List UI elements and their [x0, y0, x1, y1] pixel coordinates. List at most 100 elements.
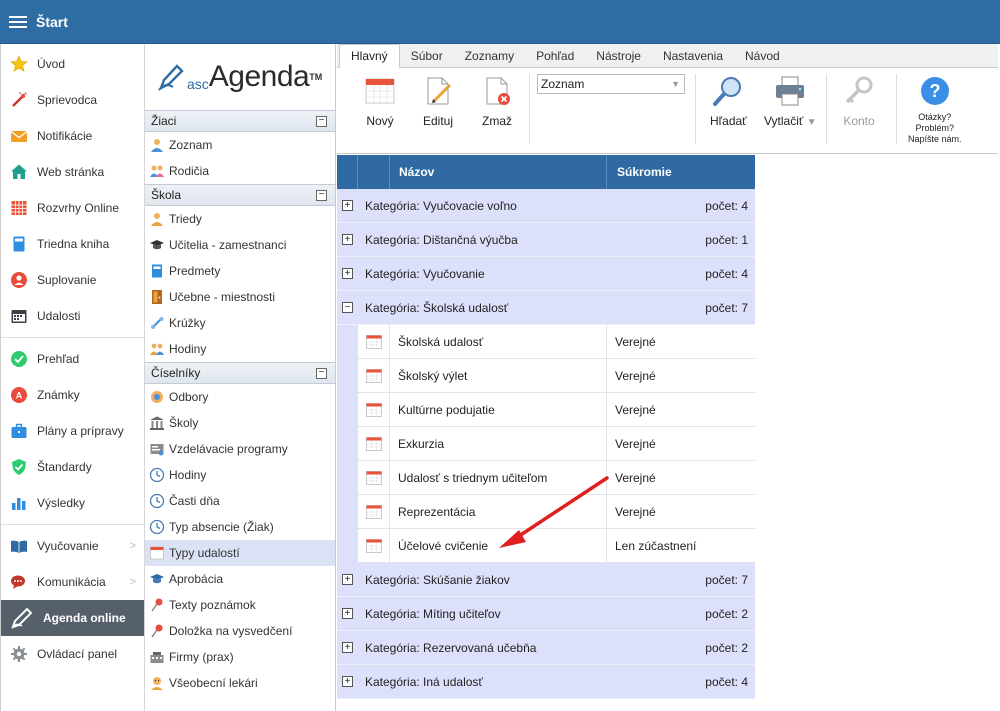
module-item-label: Typ absencie (Žiak): [169, 520, 274, 534]
category-row[interactable]: + Kategória: Vyučovanie počet: 4: [337, 257, 755, 291]
search-button[interactable]: Hľadať: [710, 72, 747, 148]
print-button[interactable]: Vytlačiť ▼: [764, 72, 817, 148]
module-item-lekari[interactable]: Všeobecní lekári: [145, 670, 335, 696]
nav-item-vyucovanie[interactable]: Vyučovanie >: [1, 528, 144, 564]
nav-item-vysledky[interactable]: Výsledky: [1, 485, 144, 521]
module-item-dolozka[interactable]: Doložka na vysvedčení: [145, 618, 335, 644]
toolbar-divider: [826, 74, 827, 144]
table-row[interactable]: Školský výlet Verejné: [337, 359, 755, 393]
category-row[interactable]: − Kategória: Školská udalosť počet: 7: [337, 291, 755, 325]
hamburger-menu-icon[interactable]: [0, 0, 36, 44]
module-item-texty-poznamok[interactable]: Texty poznámok: [145, 592, 335, 618]
collapse-icon[interactable]: −: [342, 302, 353, 313]
new-button[interactable]: Nový: [363, 72, 397, 148]
category-row[interactable]: + Kategória: Dištančná výučba počet: 1: [337, 223, 755, 257]
category-row[interactable]: + Kategória: Skúšanie žiakov počet: 7: [337, 563, 755, 597]
nav-item-triedna-kniha[interactable]: Triedna kniha: [1, 226, 144, 262]
column-header-name[interactable]: Názov: [390, 155, 607, 189]
module-item-rodicia[interactable]: Rodičia: [145, 158, 335, 184]
module-item-hodiny[interactable]: Hodiny: [145, 336, 335, 362]
category-row[interactable]: + Kategória: Vyučovacie voľno počet: 4: [337, 189, 755, 223]
module-item-aprobacia[interactable]: Aprobácia: [145, 566, 335, 592]
tab-nastroje[interactable]: Nástroje: [585, 45, 652, 67]
edit-button-label: Edituj: [422, 114, 454, 128]
module-item-predmety[interactable]: Predmety: [145, 258, 335, 284]
edit-button[interactable]: Edituj: [421, 72, 455, 148]
grid-header: Názov Súkromie: [337, 155, 755, 189]
expand-icon[interactable]: +: [342, 268, 353, 279]
category-row[interactable]: + Kategória: Iná udalosť počet: 4: [337, 665, 755, 699]
nav-item-web-stranka[interactable]: Web stránka: [1, 154, 144, 190]
expand-icon[interactable]: +: [342, 234, 353, 245]
building-icon: [149, 415, 165, 431]
nav-item-sprievodca[interactable]: Sprievodca: [1, 82, 144, 118]
module-item-zoznam[interactable]: Zoznam: [145, 132, 335, 158]
nav-item-label: Plány a prípravy: [37, 424, 124, 438]
nav-item-znamky[interactable]: A Známky: [1, 377, 144, 413]
account-button[interactable]: Konto: [842, 72, 876, 148]
nav-item-agenda-online[interactable]: Agenda online: [1, 600, 144, 636]
row-icon-cell: [358, 495, 390, 529]
wand-icon: [10, 91, 28, 109]
cell-name: Exkurzia: [390, 427, 607, 461]
expand-icon[interactable]: +: [342, 676, 353, 687]
expand-icon[interactable]: +: [342, 608, 353, 619]
table-row[interactable]: Školská udalosť Verejné: [337, 325, 755, 359]
nav-item-ovladaci-panel[interactable]: Ovládací panel: [1, 636, 144, 672]
module-item-firmy[interactable]: Firmy (prax): [145, 644, 335, 670]
module-item-hodiny-ciselnik[interactable]: Hodiny: [145, 462, 335, 488]
tab-zoznamy[interactable]: Zoznamy: [454, 45, 525, 67]
tab-navod[interactable]: Návod: [734, 45, 791, 67]
nav-item-notifikacie[interactable]: Notifikácie: [1, 118, 144, 154]
table-row[interactable]: Kultúrne podujatie Verejné: [337, 393, 755, 427]
section-header-ciselniky[interactable]: Číselníky −: [145, 362, 335, 384]
cell-privacy: Verejné: [607, 495, 755, 529]
expand-icon[interactable]: +: [342, 642, 353, 653]
category-label: Kategória: Školská udalosť: [365, 300, 509, 315]
module-item-ucitelia[interactable]: Učitelia - zamestnanci: [145, 232, 335, 258]
tab-hlavny[interactable]: Hlavný: [339, 44, 400, 68]
module-item-ucebne[interactable]: Učebne - miestnosti: [145, 284, 335, 310]
column-header-privacy[interactable]: Súkromie: [607, 155, 755, 189]
delete-button[interactable]: Zmaž: [480, 72, 514, 148]
category-count: počet: 2: [705, 606, 748, 621]
module-item-label: Učitelia - zamestnanci: [169, 238, 287, 252]
collapse-icon[interactable]: −: [316, 190, 327, 201]
table-row[interactable]: Exkurzia Verejné: [337, 427, 755, 461]
module-item-vzdelavacie-programy[interactable]: Vzdelávacie programy: [145, 436, 335, 462]
category-row[interactable]: + Kategória: Míting učiteľov počet: 2: [337, 597, 755, 631]
section-header-skola[interactable]: Škola −: [145, 184, 335, 206]
toolbar-divider: [896, 74, 897, 144]
nav-item-label: Rozvrhy Online: [37, 201, 120, 215]
tab-pohlad[interactable]: Pohľad: [525, 45, 585, 67]
expand-icon[interactable]: +: [342, 200, 353, 211]
module-item-typy-udalosti[interactable]: Typy udalostí: [145, 540, 335, 566]
section-header-ziaci[interactable]: Žiaci −: [145, 110, 335, 132]
dropdown-arrow-icon: ▼: [806, 117, 817, 128]
tab-nastavenia[interactable]: Nastavenia: [652, 45, 734, 67]
nav-item-rozvrhy-online[interactable]: Rozvrhy Online: [1, 190, 144, 226]
nav-item-label: Štandardy: [37, 460, 92, 474]
module-item-typ-absencie[interactable]: Typ absencie (Žiak): [145, 514, 335, 540]
category-row[interactable]: + Kategória: Rezervovaná učebňa počet: 2: [337, 631, 755, 665]
nav-item-uvod[interactable]: Úvod: [1, 46, 144, 82]
help-button[interactable]: ? Otázky? Problém? Napíšte nám.: [908, 72, 962, 148]
nav-item-prehlad[interactable]: Prehľad: [1, 341, 144, 377]
chevron-right-icon: >: [129, 540, 136, 552]
collapse-icon[interactable]: −: [316, 116, 327, 127]
nav-item-standardy[interactable]: Štandardy: [1, 449, 144, 485]
nav-item-udalosti[interactable]: Udalosti: [1, 298, 144, 334]
collapse-icon[interactable]: −: [316, 368, 327, 379]
module-item-triedy[interactable]: Triedy: [145, 206, 335, 232]
module-item-odbory[interactable]: Odbory: [145, 384, 335, 410]
module-item-skoly[interactable]: Školy: [145, 410, 335, 436]
expand-icon[interactable]: +: [342, 574, 353, 585]
nav-item-suplovanie[interactable]: Suplovanie: [1, 262, 144, 298]
view-select[interactable]: Zoznam ▼: [537, 74, 685, 94]
bar-chart-icon: [10, 494, 28, 512]
tab-subor[interactable]: Súbor: [400, 45, 454, 67]
nav-item-plany-a-pripravy[interactable]: Plány a prípravy: [1, 413, 144, 449]
module-item-casti-dna[interactable]: Časti dňa: [145, 488, 335, 514]
module-item-kruzky[interactable]: Krúžky: [145, 310, 335, 336]
nav-item-komunikacia[interactable]: Komunikácia >: [1, 564, 144, 600]
